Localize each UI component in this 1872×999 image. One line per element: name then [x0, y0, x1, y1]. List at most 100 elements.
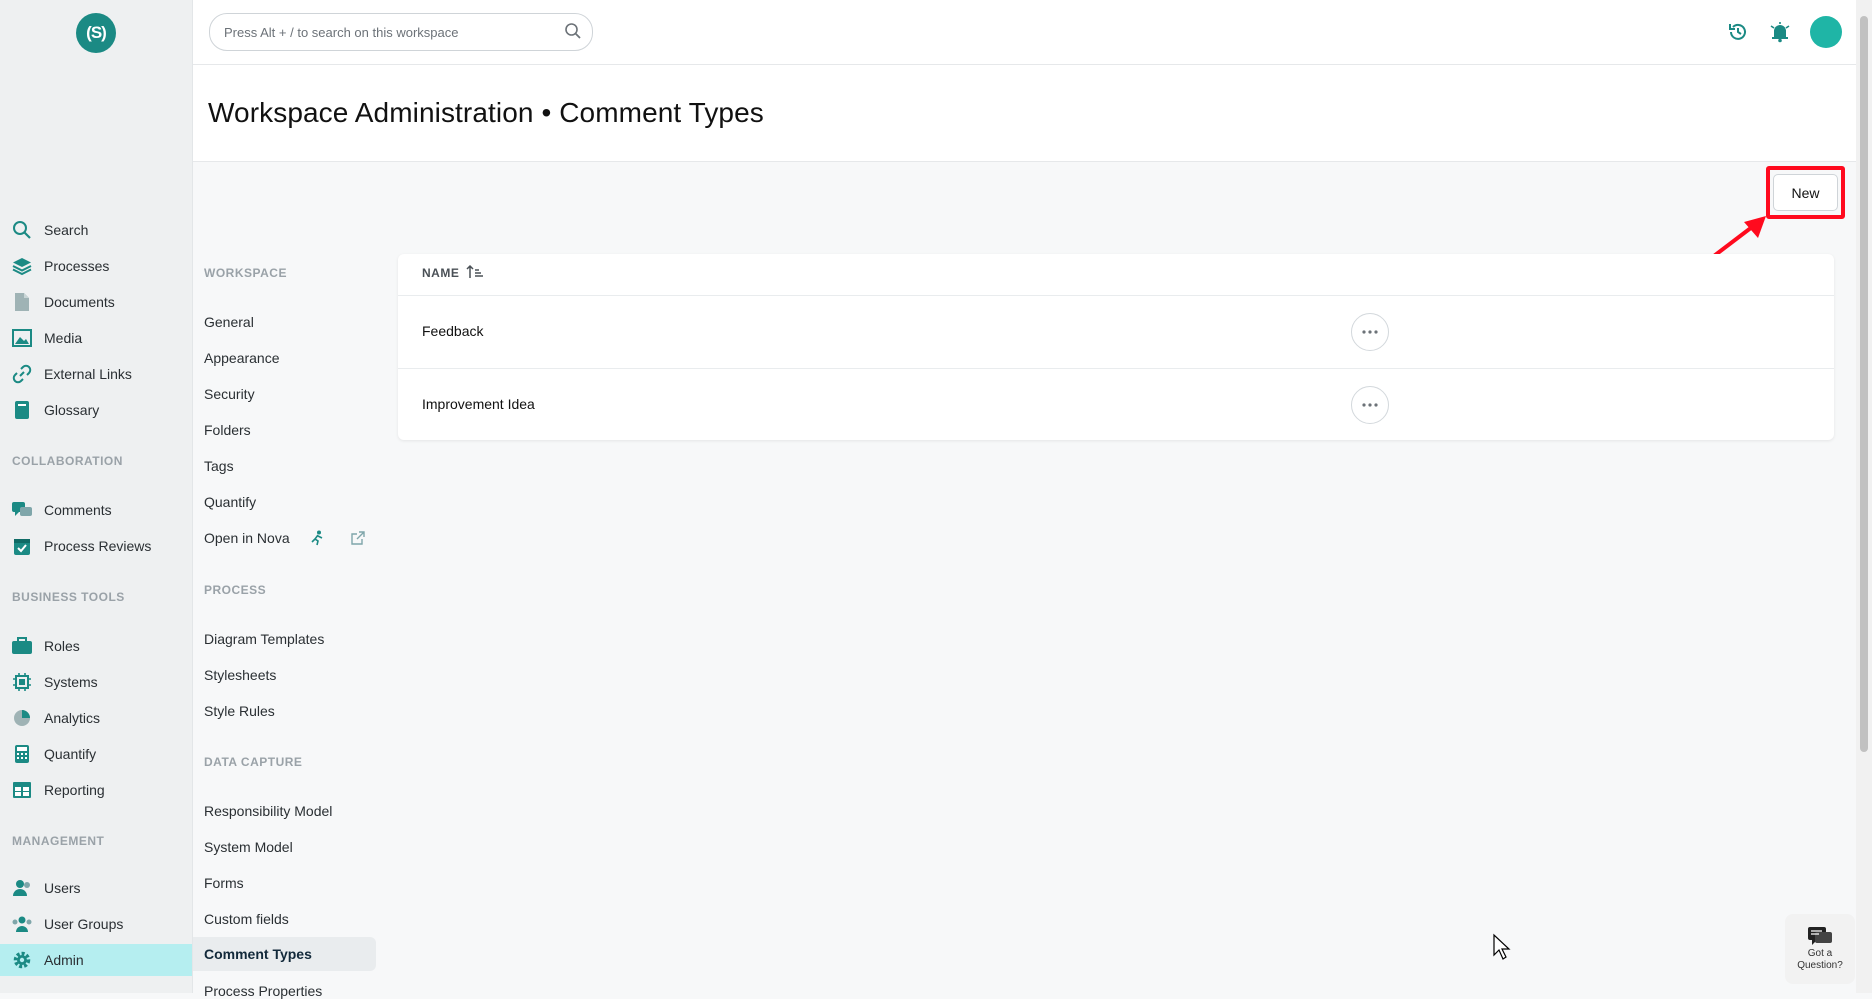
- nav-item-comments[interactable]: Comments: [0, 494, 192, 526]
- scrollbar-thumb[interactable]: [1860, 16, 1868, 752]
- collaboration-section-header: COLLABORATION: [12, 454, 123, 468]
- table-header: NAME: [398, 254, 1834, 296]
- gear-icon: [11, 949, 33, 971]
- layers-icon: [11, 255, 33, 277]
- nav-label: Process Reviews: [44, 538, 152, 554]
- process-section-header: PROCESS: [204, 583, 267, 597]
- user-icon: [11, 877, 33, 899]
- admin-item-comment-types[interactable]: Comment Types: [193, 937, 376, 971]
- admin-item-style-rules[interactable]: Style Rules: [204, 703, 275, 719]
- business-tools-section-header: BUSINESS TOOLS: [12, 590, 125, 604]
- users-icon: [11, 913, 33, 935]
- data-capture-section-header: DATA CAPTURE: [204, 755, 303, 769]
- admin-item-responsibility-model[interactable]: Responsibility Model: [204, 803, 332, 819]
- admin-item-diagram-templates[interactable]: Diagram Templates: [204, 631, 324, 647]
- briefcase-icon: [11, 635, 33, 657]
- admin-item-custom-fields[interactable]: Custom fields: [204, 911, 289, 927]
- nav-item-quantify[interactable]: Quantify: [0, 738, 192, 770]
- document-icon: [11, 291, 33, 313]
- link-icon: [11, 363, 33, 385]
- nav-label: User Groups: [44, 916, 124, 932]
- nav-item-users[interactable]: Users: [0, 872, 192, 904]
- history-icon[interactable]: [1726, 20, 1750, 44]
- nav-item-admin[interactable]: Admin: [0, 944, 192, 976]
- search-input[interactable]: [222, 14, 556, 50]
- app-logo[interactable]: (S): [76, 13, 116, 53]
- nav-label: Documents: [44, 294, 115, 310]
- admin-item-stylesheets[interactable]: Stylesheets: [204, 667, 276, 683]
- sort-ascending-icon[interactable]: [466, 263, 484, 281]
- row-more-button[interactable]: [1351, 386, 1389, 424]
- nav-item-reporting[interactable]: Reporting: [0, 774, 192, 806]
- row-name: Feedback: [422, 323, 484, 339]
- table-row[interactable]: Improvement Idea: [398, 369, 1834, 441]
- page-title: Workspace Administration • Comment Types: [208, 97, 764, 128]
- mouse-cursor-icon: [1493, 933, 1511, 960]
- nav-label: Processes: [44, 258, 110, 274]
- user-avatar[interactable]: [1810, 16, 1842, 48]
- image-icon: [11, 327, 33, 349]
- admin-item-quantify[interactable]: Quantify: [204, 494, 256, 510]
- admin-item-system-model[interactable]: System Model: [204, 839, 293, 855]
- nav-label: Roles: [44, 638, 80, 654]
- nav-label: Quantify: [44, 746, 97, 762]
- column-header-name[interactable]: NAME: [422, 266, 459, 280]
- page-scrollbar[interactable]: [1856, 0, 1872, 993]
- row-name: Improvement Idea: [422, 396, 535, 412]
- external-link-icon[interactable]: [350, 530, 366, 546]
- admin-item-appearance[interactable]: Appearance: [204, 350, 280, 366]
- admin-item-open-in-nova[interactable]: Open in Nova: [204, 530, 290, 546]
- header-actions: [1726, 15, 1856, 49]
- nav-label: Systems: [44, 674, 98, 690]
- top-bar: [193, 0, 1856, 65]
- new-button[interactable]: New: [1773, 174, 1838, 211]
- nav-item-analytics[interactable]: Analytics: [0, 702, 192, 734]
- notifications-icon[interactable]: [1768, 20, 1792, 44]
- nav-item-roles[interactable]: Roles: [0, 630, 192, 662]
- chat-icon: [1808, 927, 1832, 945]
- help-widget[interactable]: Got a Question?: [1785, 914, 1855, 984]
- nav-item-search[interactable]: Search: [0, 214, 192, 246]
- calendar-check-icon: [11, 535, 33, 557]
- table-row[interactable]: Feedback: [398, 296, 1834, 369]
- admin-item-tags[interactable]: Tags: [204, 458, 234, 474]
- search-icon: [11, 219, 33, 241]
- nav-item-glossary[interactable]: Glossary: [0, 394, 192, 426]
- pie-chart-icon: [11, 707, 33, 729]
- admin-item-folders[interactable]: Folders: [204, 422, 251, 438]
- page-header: Workspace Administration • Comment Types: [193, 65, 1856, 162]
- ellipsis-icon: [1362, 330, 1378, 334]
- nav-item-user-groups[interactable]: User Groups: [0, 908, 192, 940]
- nav-label: Media: [44, 330, 83, 346]
- management-section-header: MANAGEMENT: [12, 834, 105, 848]
- nav-label: Users: [44, 880, 81, 896]
- nav-item-systems[interactable]: Systems: [0, 666, 192, 698]
- table-icon: [11, 779, 33, 801]
- row-more-button[interactable]: [1351, 313, 1389, 351]
- nav-item-processes[interactable]: Processes: [0, 250, 192, 282]
- admin-item-forms[interactable]: Forms: [204, 875, 244, 891]
- comment-types-table: NAME Feedback Improvement Idea: [398, 254, 1834, 440]
- nav-label: Admin: [44, 952, 84, 968]
- left-navigation: (S) Search Processes Documents Media Ext…: [0, 0, 193, 993]
- help-label-line2: Question?: [1797, 960, 1843, 971]
- nav-item-external-links[interactable]: External Links: [0, 358, 192, 390]
- comments-icon: [11, 499, 33, 521]
- admin-item-security[interactable]: Security: [204, 386, 255, 402]
- calculator-icon: [11, 743, 33, 765]
- admin-item-process-properties[interactable]: Process Properties: [204, 983, 322, 999]
- nav-item-documents[interactable]: Documents: [0, 286, 192, 318]
- chip-icon: [11, 671, 33, 693]
- ellipsis-icon: [1362, 403, 1378, 407]
- search-icon[interactable]: [564, 22, 582, 40]
- book-icon: [11, 399, 33, 421]
- search-box[interactable]: [209, 13, 593, 51]
- nav-item-media[interactable]: Media: [0, 322, 192, 354]
- nav-label: Analytics: [44, 710, 101, 726]
- admin-item-general[interactable]: General: [204, 314, 254, 330]
- workspace-section-header: WORKSPACE: [204, 266, 287, 280]
- help-label-line1: Got a: [1807, 948, 1833, 959]
- nav-label: Glossary: [44, 402, 100, 418]
- nav-label: Comments: [44, 502, 112, 518]
- nav-item-process-reviews[interactable]: Process Reviews: [0, 530, 192, 562]
